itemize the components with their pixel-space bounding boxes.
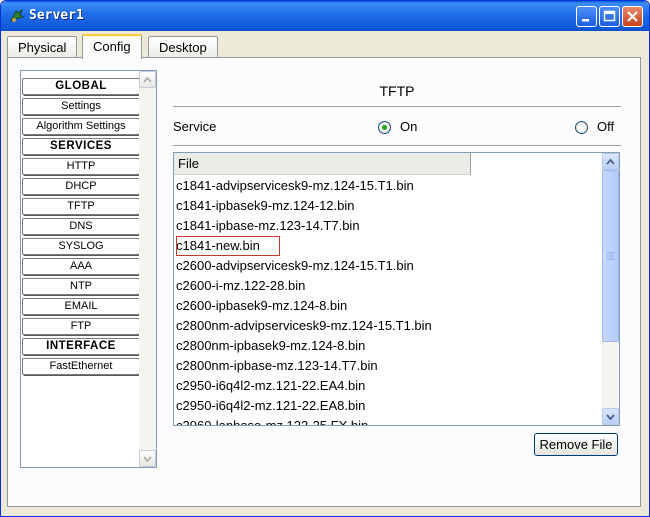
file-list-item[interactable]: c2600-i-mz.122-28.bin (176, 276, 305, 296)
file-list-item[interactable]: c1841-advipservicesk9-mz.124-15.T1.bin (176, 176, 414, 196)
service-off-label: Off (597, 119, 615, 134)
file-list-item[interactable]: c2960-lanbase-mz.122-25.FX.bin (176, 416, 368, 425)
file-list-item[interactable]: c2600-advipservicesk9-mz.124-15.T1.bin (176, 256, 414, 276)
sidebar: GLOBAL Settings Algorithm Settings SERVICES… (20, 70, 157, 468)
server-window: Server1 Physical Config Desktop GLOBAL Se… (0, 0, 650, 517)
sidebar-item-email[interactable]: EMAIL (22, 298, 140, 315)
chevron-up-icon (143, 76, 152, 83)
config-panel: GLOBAL Settings Algorithm Settings SERVICES… (7, 57, 641, 507)
file-column-header[interactable]: File (174, 153, 471, 175)
chevron-down-icon (143, 456, 152, 463)
sidebar-item-dns[interactable]: DNS (22, 218, 140, 235)
sidebar-item-ftp[interactable]: FTP (22, 318, 140, 335)
file-list-item[interactable]: c1841-ipbase-mz.123-14.T7.bin (176, 216, 360, 236)
file-list-scrollbar[interactable] (602, 153, 619, 425)
sidebar-item-ntp[interactable]: NTP (22, 278, 140, 295)
close-icon (627, 11, 638, 22)
sidebar-item-interface[interactable]: INTERFACE (22, 338, 140, 355)
file-list-item[interactable]: c2800nm-ipbasek9-mz.124-8.bin (176, 336, 365, 356)
file-scroll-down-button[interactable] (602, 408, 619, 425)
maximize-icon (603, 10, 616, 22)
divider (173, 106, 621, 107)
file-scroll-thumb[interactable] (602, 170, 619, 342)
server-app-icon (9, 8, 25, 23)
file-list-item[interactable]: c2600-ipbasek9-mz.124-8.bin (176, 296, 347, 316)
sidebar-item-syslog[interactable]: SYSLOG (22, 238, 140, 255)
radio-selected-indicator (382, 125, 387, 130)
radio-off-button[interactable] (575, 121, 588, 134)
file-list-item[interactable]: c2950-i6q4l2-mz.121-22.EA8.bin (176, 396, 365, 416)
sidebar-item-algorithm-settings[interactable]: Algorithm Settings (22, 118, 140, 135)
file-list[interactable]: File c1841-advipservicesk9-mz.124-15.T1.… (173, 152, 620, 426)
service-label: Service (173, 119, 217, 134)
sidebar-item-fastethernet[interactable]: FastEthernet (22, 358, 140, 375)
radio-on-button[interactable] (378, 121, 391, 134)
sidebar-item-settings[interactable]: Settings (22, 98, 140, 115)
file-list-item[interactable]: c1841-new.bin (176, 236, 280, 256)
service-on-label: On (400, 119, 418, 134)
minimize-icon (582, 19, 589, 22)
tab-config[interactable]: Config (82, 34, 142, 59)
divider (173, 145, 621, 146)
tab-desktop[interactable]: Desktop (148, 36, 218, 58)
sidebar-scroll-up-button[interactable] (139, 71, 156, 88)
sidebar-item-aaa[interactable]: AAA (22, 258, 140, 275)
sidebar-scrollbar[interactable] (139, 71, 156, 467)
sidebar-item-global[interactable]: GLOBAL (22, 78, 140, 95)
minimize-button[interactable] (576, 6, 597, 27)
sidebar-item-tftp[interactable]: TFTP (22, 198, 140, 215)
close-button[interactable] (622, 6, 643, 27)
sidebar-scroll-down-button[interactable] (139, 450, 156, 467)
maximize-button[interactable] (599, 6, 620, 27)
grip-icon (607, 252, 614, 260)
remove-file-button[interactable]: Remove File (534, 433, 618, 456)
section-heading: TFTP (379, 83, 415, 99)
file-list-item[interactable]: c2950-i6q4l2-mz.121-22.EA4.bin (176, 376, 365, 396)
file-list-item[interactable]: c2800nm-advipservicesk9-mz.124-15.T1.bin (176, 316, 432, 336)
file-list-item[interactable]: c2800nm-ipbase-mz.123-14.T7.bin (176, 356, 378, 376)
sidebar-item-services[interactable]: SERVICES (22, 138, 140, 155)
window-title: Server1 (29, 8, 84, 23)
title-bar[interactable]: Server1 (1, 1, 649, 31)
chevron-up-icon (606, 158, 615, 165)
sidebar-item-dhcp[interactable]: DHCP (22, 178, 140, 195)
tftp-content: TFTP Service On Off File c1841-advipserv… (173, 70, 621, 495)
tab-physical[interactable]: Physical (7, 36, 78, 58)
sidebar-item-http[interactable]: HTTP (22, 158, 140, 175)
chevron-down-icon (606, 414, 615, 421)
file-list-item[interactable]: c1841-ipbasek9-mz.124-12.bin (176, 196, 355, 216)
file-scroll-up-button[interactable] (602, 153, 619, 170)
